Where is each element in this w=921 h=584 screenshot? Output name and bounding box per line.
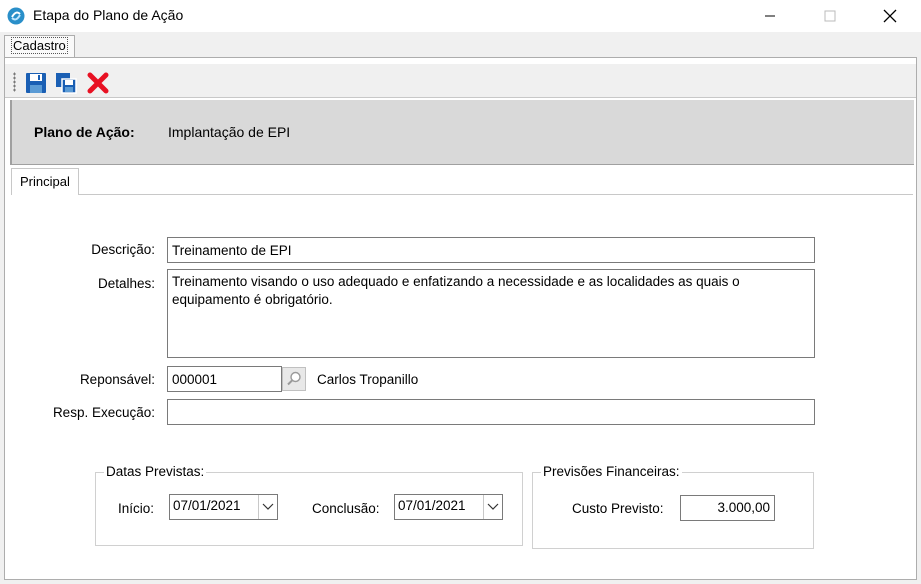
chevron-down-icon <box>487 503 499 510</box>
resp-execucao-input[interactable] <box>167 399 815 425</box>
maximize-icon <box>824 10 836 22</box>
inicio-dropdown-button[interactable] <box>258 495 277 519</box>
maximize-button[interactable] <box>807 0 853 32</box>
resp-execucao-label: Resp. Execução: <box>52 405 155 420</box>
close-button[interactable] <box>867 0 913 32</box>
custo-previsto-input[interactable]: 3.000,00 <box>680 495 775 521</box>
custo-previsto-label: Custo Previsto: <box>572 501 664 516</box>
custo-previsto-value: 3.000,00 <box>717 500 770 515</box>
inicio-value: 07/01/2021 <box>173 498 241 513</box>
descricao-input[interactable] <box>167 237 815 263</box>
detalhes-textarea[interactable]: Treinamento visando o uso adequado e enf… <box>167 269 815 358</box>
window-title: Etapa do Plano de Ação <box>33 7 184 23</box>
minimize-button[interactable] <box>747 0 793 32</box>
save-icon[interactable] <box>25 72 47 94</box>
conclusao-datepicker[interactable]: 07/01/2021 <box>394 494 503 520</box>
app-logo-icon <box>7 7 25 25</box>
toolbar <box>5 64 916 98</box>
responsavel-code-input[interactable] <box>167 366 282 392</box>
title-bar: Etapa do Plano de Ação <box>0 0 921 32</box>
responsavel-lookup-button[interactable] <box>282 367 306 391</box>
conclusao-value: 07/01/2021 <box>398 498 466 513</box>
tab-cadastro[interactable]: Cadastro <box>4 35 75 57</box>
toolbar-grip[interactable] <box>13 72 16 92</box>
minimize-icon <box>765 15 775 17</box>
outer-tabstrip <box>0 32 921 58</box>
conclusao-label: Conclusão: <box>312 501 380 516</box>
previsoes-financeiras-title: Previsões Financeiras: <box>541 464 682 479</box>
datas-previstas-title: Datas Previstas: <box>104 464 207 479</box>
plano-acao-label: Plano de Ação: <box>34 124 135 140</box>
tab-principal[interactable]: Principal <box>11 168 79 195</box>
conclusao-dropdown-button[interactable] <box>483 495 502 519</box>
delete-icon[interactable] <box>87 72 109 94</box>
close-icon <box>883 9 897 23</box>
header-band <box>10 100 914 165</box>
tab-principal-label: Principal <box>20 174 70 189</box>
plano-acao-value: Implantação de EPI <box>168 124 291 140</box>
responsavel-name: Carlos Tropanillo <box>317 372 419 387</box>
inicio-label: Início: <box>118 501 155 516</box>
detalhes-label: Detalhes: <box>97 276 155 291</box>
save-copy-icon[interactable] <box>55 72 77 94</box>
descricao-label: Descrição: <box>91 242 155 257</box>
responsavel-label: Reponsável: <box>79 372 155 387</box>
chevron-down-icon <box>262 503 274 510</box>
inicio-datepicker[interactable]: 07/01/2021 <box>169 494 278 520</box>
search-icon <box>287 371 301 386</box>
tab-cadastro-label: Cadastro <box>11 37 68 54</box>
